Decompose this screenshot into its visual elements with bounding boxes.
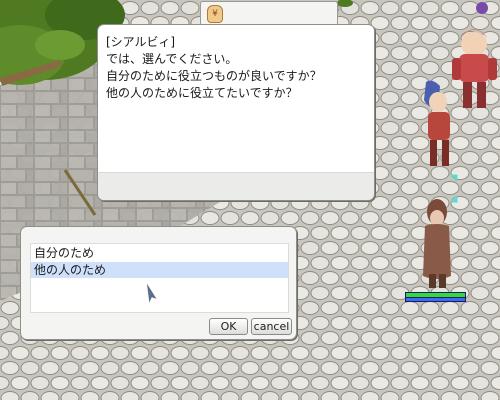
- player-hp-sp-bar: [405, 292, 466, 302]
- npc-dialog-text: [シアルビィ] では、選んでください。自分のために役立つものが良いですか？ 他の人の…: [106, 34, 364, 102]
- ok-button[interactable]: OK: [209, 318, 248, 335]
- sp-fill: [406, 298, 465, 301]
- npc-dialog-window: [シアルビィ] では、選んでください。自分のために役立つものが良いですか？ 他の人の…: [97, 24, 375, 201]
- npc-character-blue-hair[interactable]: [418, 80, 468, 170]
- npc-dialog-line: 他の人のために役立てたいですか？: [106, 86, 298, 100]
- money-bag-icon: ¥: [207, 5, 223, 23]
- cancel-button[interactable]: cancel: [251, 318, 292, 335]
- mouse-cursor-icon: [145, 280, 159, 306]
- npc-dialog-line: 自分のために役立つものが良いですか？: [106, 69, 322, 83]
- npc-dialog-line: では、選んでください。: [106, 52, 238, 66]
- npc-speaker-name: [シアルビィ]: [106, 35, 176, 49]
- player-character[interactable]: [417, 196, 457, 292]
- choice-option-others[interactable]: 他の人のため: [31, 262, 288, 278]
- choice-option-self[interactable]: 自分のため: [31, 245, 288, 261]
- hp-fill: [406, 293, 465, 297]
- choice-menu-buttons: OK cancel: [209, 318, 292, 335]
- npc-dialog-footer: [98, 172, 374, 200]
